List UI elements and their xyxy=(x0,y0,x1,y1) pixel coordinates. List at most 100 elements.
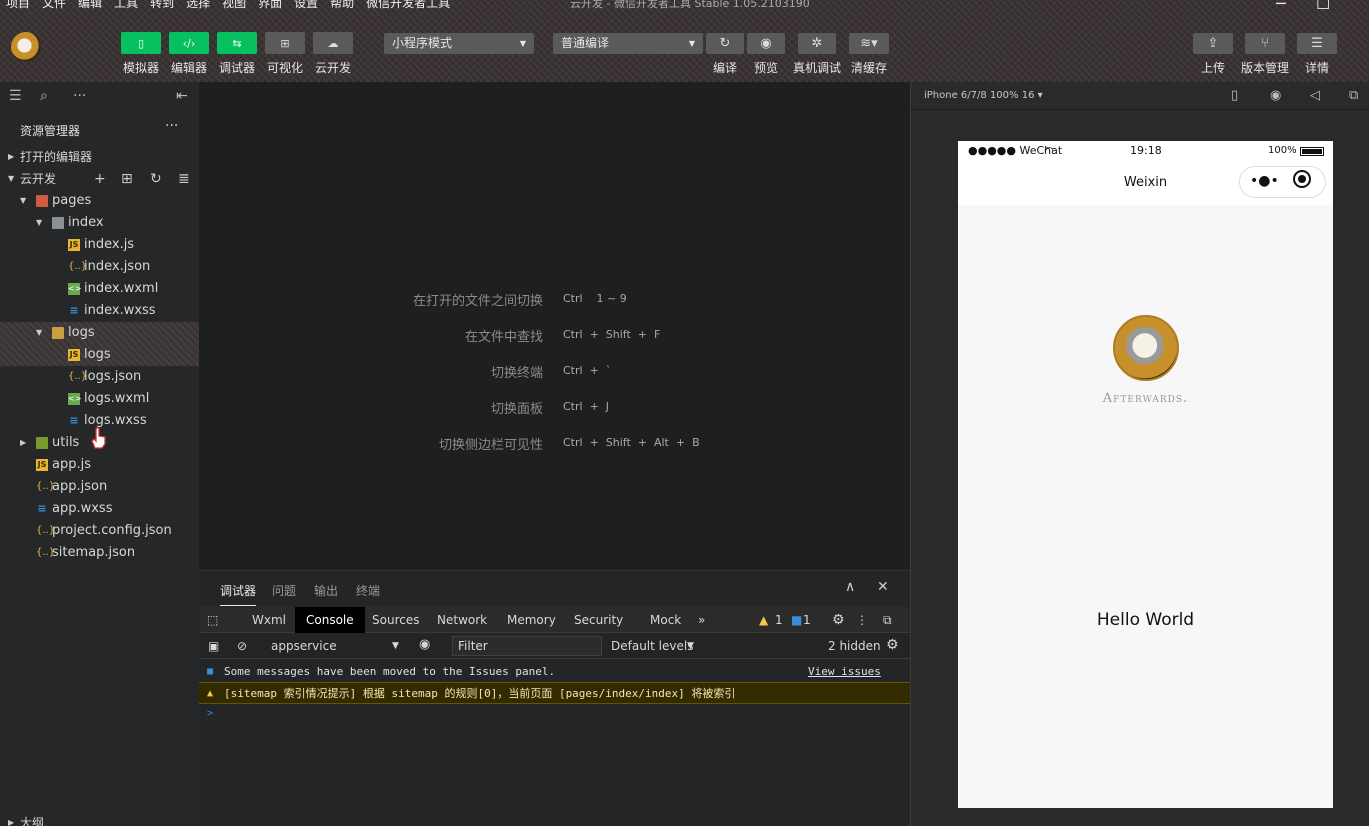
tab-debugger[interactable]: 调试器 xyxy=(220,582,257,606)
info-count[interactable]: 1 xyxy=(801,607,813,633)
user-avatar[interactable] xyxy=(1113,315,1179,381)
refresh-icon[interactable]: ↻ xyxy=(150,168,162,190)
device-select[interactable]: iPhone 6/7/8 100% 16 ▾ xyxy=(924,90,1043,101)
preview-button[interactable]: ◉ xyxy=(747,33,785,54)
visual-button[interactable]: ⊞ xyxy=(265,32,305,54)
tree-item[interactable]: ▼ index xyxy=(0,212,199,234)
phone-icon[interactable]: ▯ xyxy=(1231,88,1238,103)
tree-item[interactable]: JS index.js xyxy=(0,234,199,256)
tree-item[interactable]: <> logs.wxml xyxy=(0,388,199,410)
console-prompt[interactable]: > xyxy=(199,703,910,725)
menu-item[interactable]: 文件 xyxy=(36,0,72,14)
chevron-up-icon[interactable]: ∧ xyxy=(845,579,855,595)
gear-icon[interactable]: ⚙ xyxy=(886,637,899,653)
dock-icon[interactable]: ⧉ xyxy=(874,607,901,633)
minimize-icon[interactable]: ─ xyxy=(1276,0,1286,12)
tree-item[interactable]: JS app.js xyxy=(0,454,199,476)
debugger-button[interactable]: ⇆ xyxy=(217,32,257,54)
chevron-down-icon[interactable]: ▼ xyxy=(392,641,399,651)
menu-item[interactable]: 编辑 xyxy=(72,0,108,14)
tree-item[interactable]: JS logs xyxy=(0,344,199,366)
tree-item[interactable]: {..} sitemap.json xyxy=(0,542,199,564)
compile-select-value: 普通编译 xyxy=(561,36,610,50)
kebab-icon[interactable]: ⋮ xyxy=(850,607,874,633)
more-icon[interactable]: ··· xyxy=(165,118,178,134)
cloud-icon: ☁ xyxy=(327,36,339,50)
chevron-down-icon[interactable]: ▼ xyxy=(687,641,694,651)
tree-item[interactable]: {..} index.json xyxy=(0,256,199,278)
sidebar-toggle-icon[interactable]: ▣ xyxy=(208,639,219,653)
close-mini-program-icon[interactable] xyxy=(1293,170,1311,188)
tree-item[interactable]: ▼ pages xyxy=(0,190,199,212)
panel-mock[interactable]: Mock xyxy=(639,607,692,633)
close-icon[interactable]: ✕ xyxy=(877,579,889,595)
warning-count[interactable]: 1 xyxy=(773,607,785,633)
tab-output[interactable]: 输出 xyxy=(314,582,338,599)
section-project[interactable]: ▼ 云开发 + ⊞ ↻ ≣ xyxy=(0,168,199,190)
panel-sources[interactable]: Sources xyxy=(361,607,430,633)
search-icon[interactable]: ⌕ xyxy=(40,88,48,104)
tree-item[interactable]: ▼ logs xyxy=(0,322,199,344)
version-button[interactable]: ⑂ xyxy=(1245,33,1285,54)
more-icon[interactable]: •●• xyxy=(1250,173,1279,189)
tab-problems[interactable]: 问题 xyxy=(272,582,296,599)
simulator-button[interactable]: ▯ xyxy=(121,32,161,54)
menu-item[interactable]: 视图 xyxy=(216,0,252,14)
section-open-editors[interactable]: ▶ 打开的编辑器 xyxy=(0,146,199,168)
menu-item[interactable]: 微信开发者工具 xyxy=(360,0,456,14)
battery-icon xyxy=(1300,147,1324,156)
tree-item[interactable]: <> index.wxml xyxy=(0,278,199,300)
maximize-icon[interactable]: ☐ xyxy=(1316,0,1330,12)
tree-item[interactable]: ≡ index.wxss xyxy=(0,300,199,322)
clear-cache-button[interactable]: ≋▾ xyxy=(849,33,889,54)
compile-select[interactable]: 普通编译 ▼ xyxy=(553,33,703,54)
more-panels-icon[interactable]: » xyxy=(687,607,716,633)
tree-item[interactable]: {..} logs.json xyxy=(0,366,199,388)
menu-item[interactable]: 帮助 xyxy=(324,0,360,14)
menu-item[interactable]: 转到 xyxy=(144,0,180,14)
list-icon[interactable]: ☰ xyxy=(9,88,22,104)
context-select[interactable]: appservice xyxy=(271,639,337,653)
tree-item[interactable]: ≡ app.wxss xyxy=(0,498,199,520)
more-icon[interactable]: ··· xyxy=(73,88,86,104)
popout-icon[interactable]: ⧉ xyxy=(1349,88,1358,103)
menu-item[interactable]: 设置 xyxy=(288,0,324,14)
new-file-icon[interactable]: + xyxy=(94,168,106,190)
levels-select[interactable]: Default levels xyxy=(611,639,693,653)
compile-button[interactable]: ↻ xyxy=(706,33,744,54)
new-folder-icon[interactable]: ⊞ xyxy=(121,168,133,190)
warning-icon: ▲ xyxy=(207,688,214,699)
collapse-all-icon[interactable]: ≣ xyxy=(178,168,190,190)
panel-network[interactable]: Network xyxy=(426,607,498,633)
tab-terminal[interactable]: 终端 xyxy=(356,582,380,599)
record-icon[interactable]: ◉ xyxy=(1270,88,1281,103)
eye-icon[interactable]: ◉ xyxy=(419,637,430,652)
cloud-button[interactable]: ☁ xyxy=(313,32,353,54)
app-logo[interactable] xyxy=(11,32,41,62)
menu-item[interactable]: 工具 xyxy=(108,0,144,14)
menu-item[interactable]: 项目 xyxy=(0,0,36,14)
menu-item[interactable]: 界面 xyxy=(252,0,288,14)
phone-icon: ▯ xyxy=(137,36,145,50)
mode-select[interactable]: 小程序模式 ▼ xyxy=(384,33,534,54)
panel-memory[interactable]: Memory xyxy=(496,607,567,633)
collapse-sidebar-icon[interactable]: ⇤ xyxy=(176,88,188,104)
simulator-header: iPhone 6/7/8 100% 16 ▾ ▯ ◉ ◁ ⧉ xyxy=(911,82,1369,110)
upload-button[interactable]: ⇪ xyxy=(1193,33,1233,54)
clear-console-icon[interactable]: ⊘ xyxy=(237,639,247,653)
tree-item[interactable]: {..} app.json xyxy=(0,476,199,498)
editor-button[interactable]: ‹/› xyxy=(169,32,209,54)
volume-icon[interactable]: ◁ xyxy=(1310,88,1320,103)
filter-input[interactable]: Filter xyxy=(452,636,602,656)
real-debug-button[interactable]: ✲ xyxy=(798,33,836,54)
panel-security[interactable]: Security xyxy=(563,607,634,633)
inspect-icon[interactable]: ⬚ xyxy=(199,607,226,633)
menu-item[interactable]: 选择 xyxy=(180,0,216,14)
tree-item[interactable]: {..} project.config.json xyxy=(0,520,199,542)
panel-wxml[interactable]: Wxml xyxy=(241,607,297,633)
section-outline[interactable]: ▶ 大纲 xyxy=(0,812,199,826)
view-issues-link[interactable]: View issues xyxy=(808,661,881,683)
details-button[interactable]: ☰ xyxy=(1297,33,1337,54)
console-filter-bar: ▣ ⊘ appservice ▼ ◉ Filter Default levels… xyxy=(199,633,910,659)
panel-console[interactable]: Console xyxy=(295,607,365,633)
